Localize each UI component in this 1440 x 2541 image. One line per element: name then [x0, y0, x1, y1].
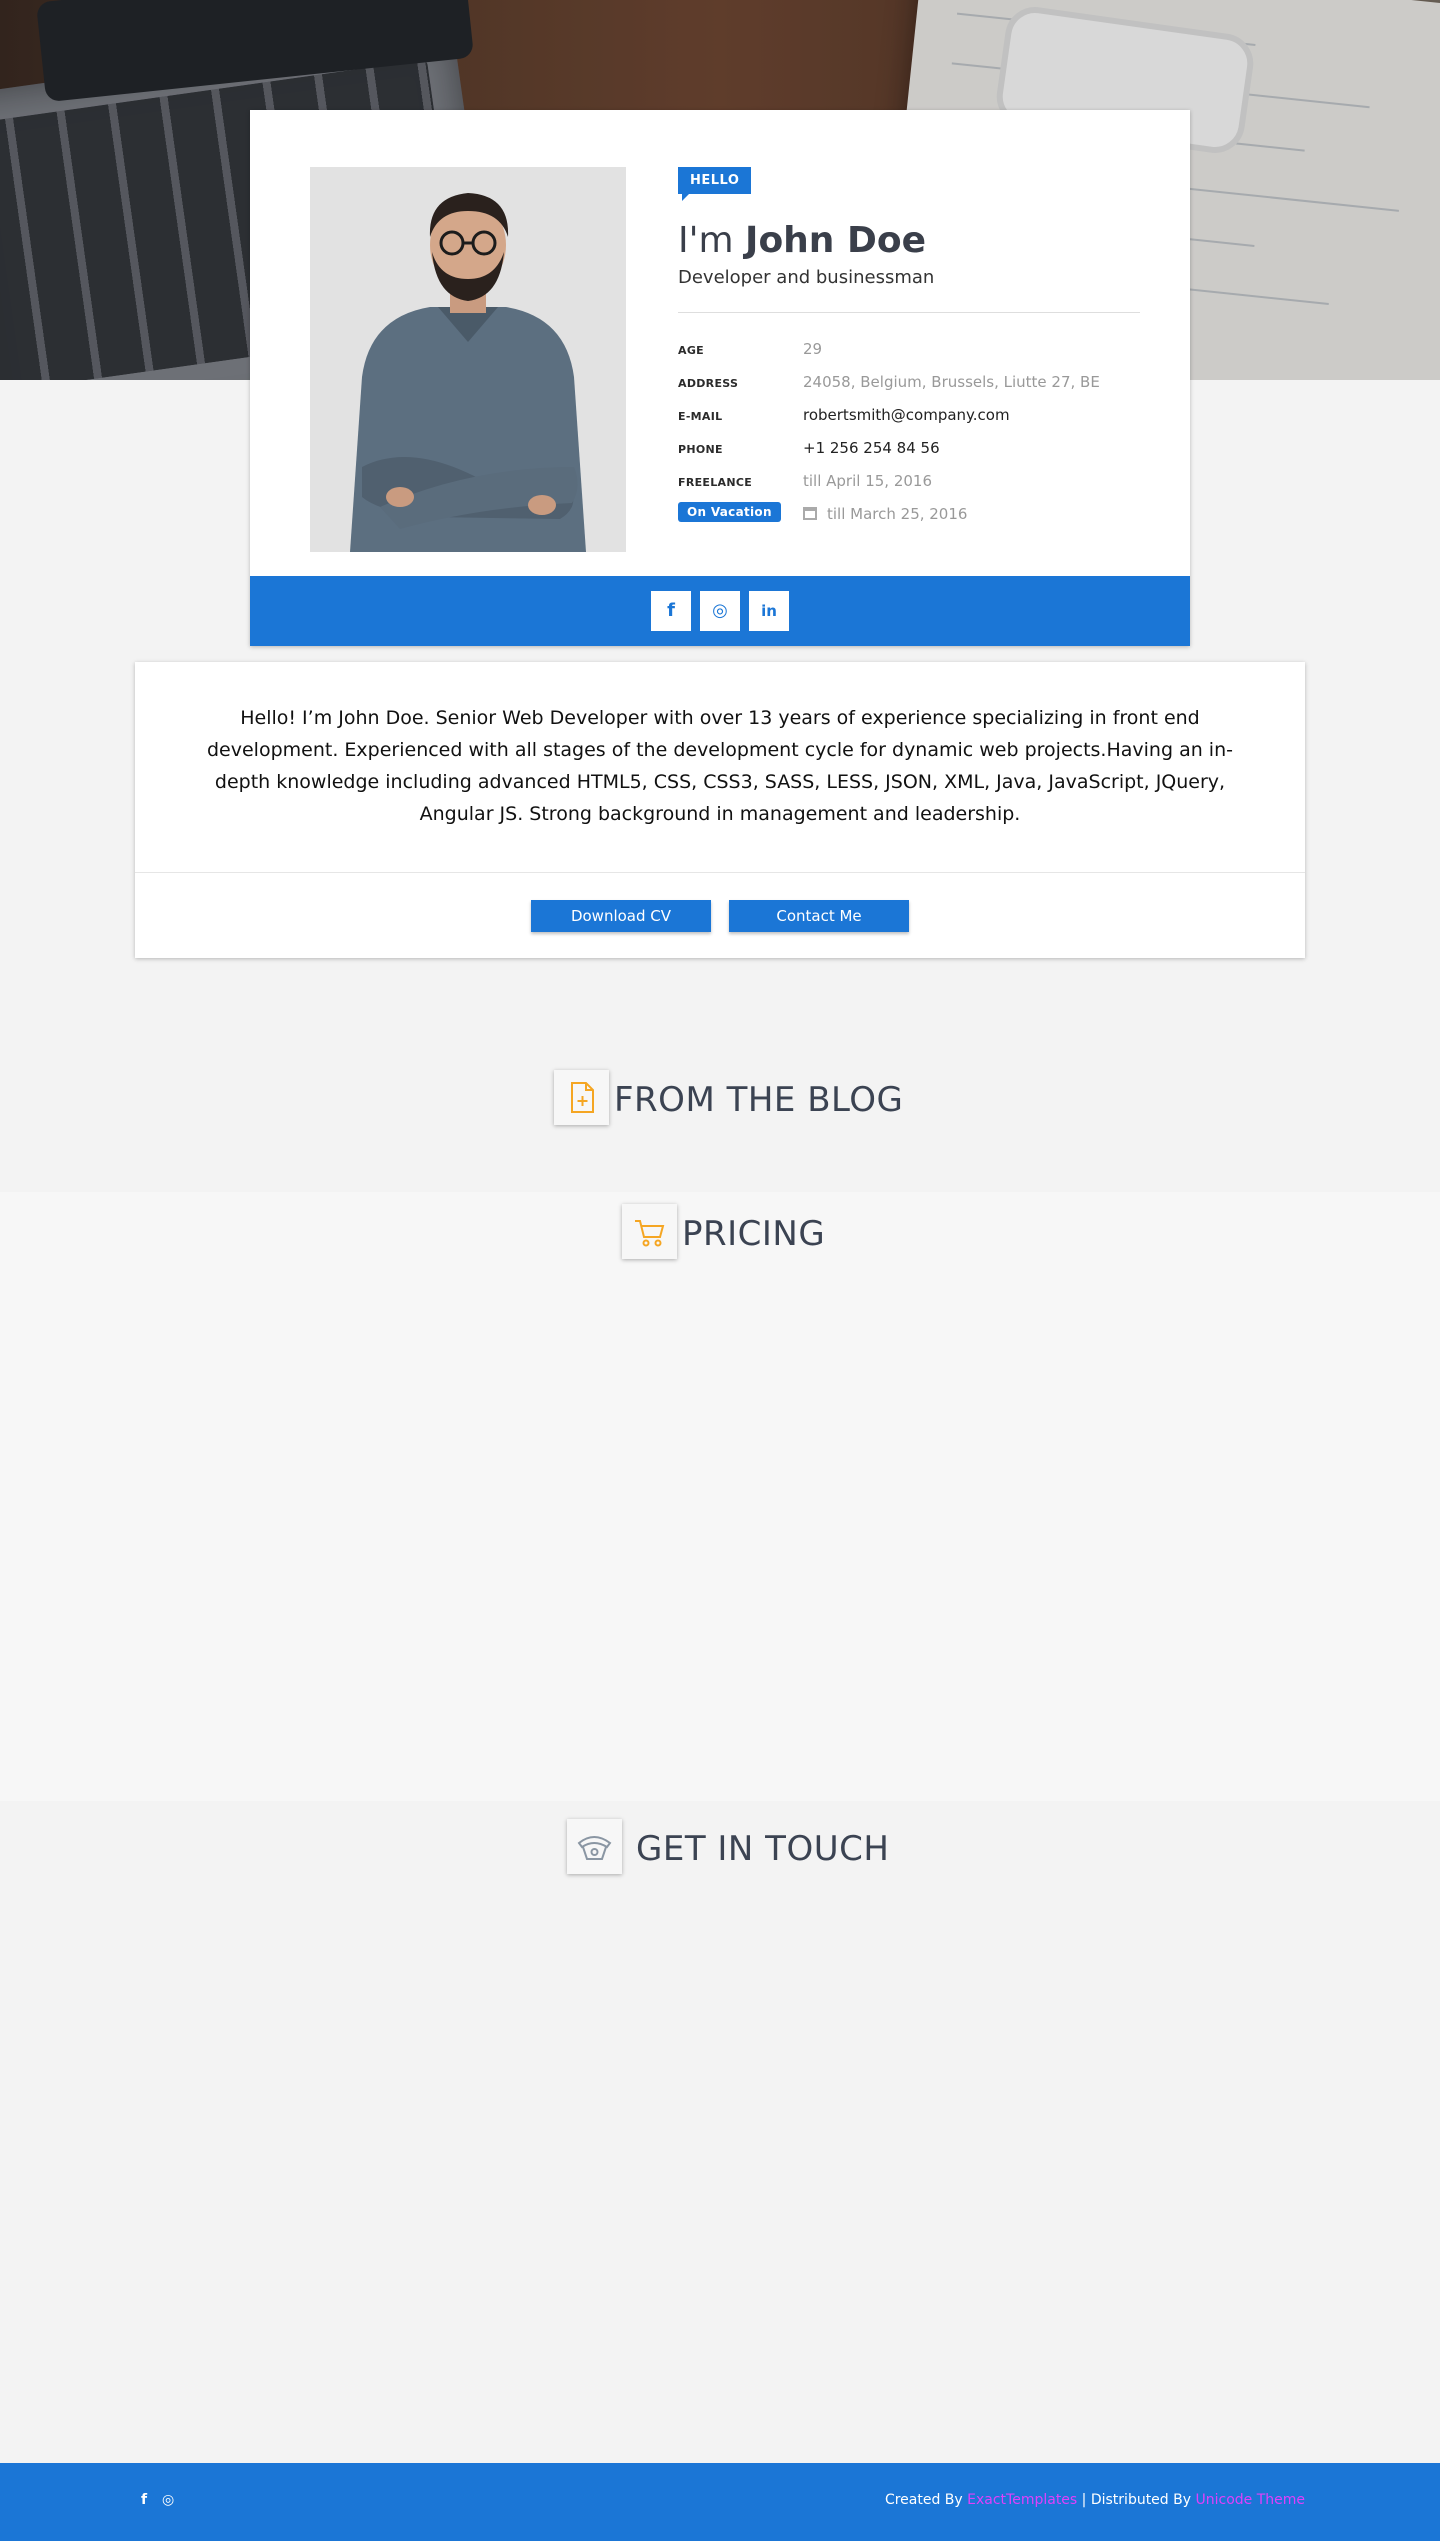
contact-section-title: GET IN TOUCH: [636, 1829, 890, 1869]
vacation-badge: On Vacation: [678, 502, 781, 522]
social-bar: f ◎ in: [250, 576, 1190, 646]
footer: f ◎ Created By ExactTemplates | Distribu…: [0, 2463, 1440, 2541]
info-label: PHONE: [678, 443, 723, 456]
linkedin-icon[interactable]: in: [749, 591, 789, 631]
pricing-section-header: PRICING: [622, 1204, 842, 1260]
bio-text: Hello! I’m John Doe. Senior Web Develope…: [207, 707, 1233, 825]
contact-section-header: GET IN TOUCH: [567, 1819, 907, 1875]
bio-card: Hello! I’m John Doe. Senior Web Develope…: [135, 662, 1305, 958]
divider: [135, 872, 1305, 873]
info-row-age: AGE 29: [678, 340, 1148, 364]
email-link[interactable]: robertsmith@company.com: [803, 406, 1010, 424]
greeting-text: I'm: [678, 220, 734, 261]
vacation-value: till March 25, 2016: [803, 505, 967, 523]
info-row-freelance: FREELANCE till April 15, 2016: [678, 472, 1148, 496]
created-by-link[interactable]: ExactTemplates: [967, 2492, 1077, 2508]
blog-section-header: FROM THE BLOG: [554, 1070, 903, 1126]
footer-credit: Created By ExactTemplates | Distributed …: [885, 2492, 1305, 2508]
info-label: ADDRESS: [678, 377, 739, 390]
info-row-vacation: On Vacation till March 25, 2016: [678, 502, 1148, 526]
footer-instagram-icon[interactable]: ◎: [162, 2492, 174, 2508]
hello-badge: HELLO: [678, 167, 752, 201]
document-plus-icon: [554, 1070, 609, 1125]
pricing-section-title: PRICING: [682, 1214, 826, 1254]
created-by-text: Created By: [884, 2492, 963, 2508]
info-value: 29: [803, 340, 823, 358]
download-cv-button[interactable]: Download CV: [531, 900, 711, 932]
instagram-icon[interactable]: ◎: [700, 591, 740, 631]
info-row-phone: PHONE +1 256 254 84 56: [678, 439, 1148, 463]
telephone-icon: [567, 1819, 622, 1874]
info-row-email: E-MAIL robertsmith@company.com: [678, 406, 1148, 430]
distributed-by-link[interactable]: Unicode Theme: [1195, 2492, 1305, 2508]
profile-card: HELLO I'm John Doe Developer and busines…: [250, 110, 1190, 646]
profile-photo: [310, 167, 626, 552]
info-value: 24058, Belgium, Brussels, Liutte 27, BE: [803, 373, 1100, 391]
info-value: till April 15, 2016: [803, 472, 933, 490]
cart-icon: [622, 1204, 677, 1259]
contact-me-button[interactable]: Contact Me: [729, 900, 909, 932]
info-label: E-MAIL: [678, 410, 723, 423]
info-label: FREELANCE: [678, 476, 753, 489]
calendar-icon: [803, 507, 817, 520]
profile-name: I'm John Doe: [678, 220, 926, 261]
name-text: John Doe: [745, 220, 926, 261]
info-row-address: ADDRESS 24058, Belgium, Brussels, Liutte…: [678, 373, 1148, 397]
facebook-icon[interactable]: f: [651, 591, 691, 631]
distributed-by-text: | Distributed By: [1081, 2492, 1192, 2508]
info-label: AGE: [678, 344, 704, 357]
vacation-date: till March 25, 2016: [827, 505, 968, 523]
phone-value: +1 256 254 84 56: [803, 439, 940, 457]
profile-role: Developer and businessman: [678, 267, 935, 288]
footer-facebook-icon[interactable]: f: [141, 2492, 147, 2508]
pricing-section: [0, 1192, 1440, 1801]
blog-section-title: FROM THE BLOG: [614, 1080, 904, 1120]
divider: [678, 312, 1140, 313]
